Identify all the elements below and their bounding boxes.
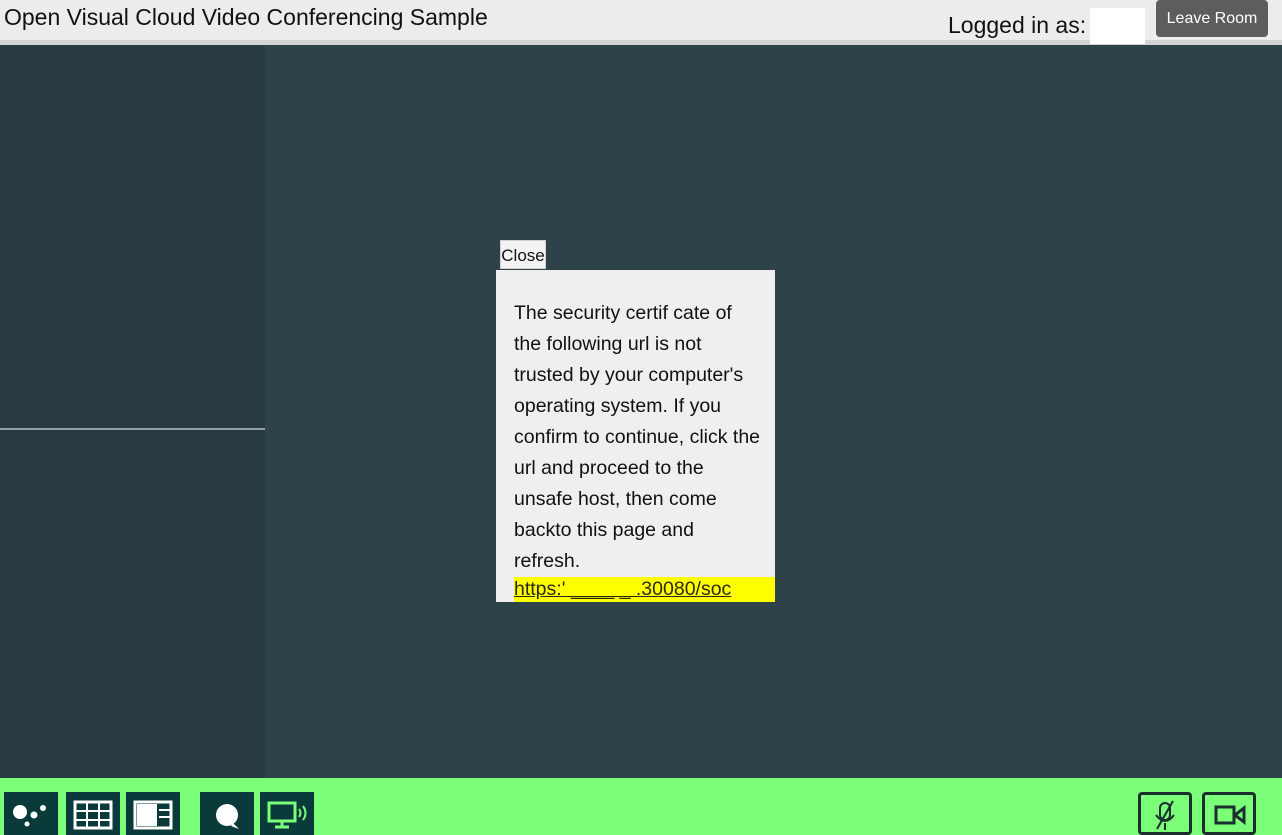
screen-share-button[interactable] [260, 792, 314, 835]
header-bar: Open Visual Cloud Video Conferencing Sam… [0, 0, 1282, 45]
split-layout-button[interactable] [126, 792, 180, 835]
participants-icon [13, 805, 46, 827]
certificate-warning-message: The security certif cate of the followin… [514, 302, 761, 572]
username-redacted [1090, 8, 1145, 44]
participants-button[interactable] [4, 792, 58, 835]
app-title: Open Visual Cloud Video Conferencing Sam… [4, 4, 488, 30]
side-video-panel [0, 45, 265, 778]
grid-layout-icon [73, 800, 113, 830]
camera-icon [1214, 804, 1246, 826]
mic-muted-icon [1155, 800, 1175, 830]
split-layout-icon [133, 800, 173, 830]
logged-in-label: Logged in as: [948, 12, 1087, 38]
dialog-close-button[interactable]: Close [500, 240, 546, 269]
unsafe-host-link[interactable]: https:' ____ _ .30080/soc [514, 577, 775, 602]
certificate-warning-dialog: The security certif cate of the followin… [496, 270, 775, 602]
camera-toggle-button[interactable] [1202, 792, 1256, 835]
chat-button[interactable] [200, 792, 254, 835]
microphone-toggle-button[interactable] [1138, 792, 1192, 835]
chat-icon [216, 804, 239, 829]
grid-layout-button[interactable] [66, 792, 120, 835]
leave-room-button[interactable]: Leave Room [1156, 0, 1268, 37]
screen-share-icon [267, 801, 307, 829]
side-panel-divider [0, 428, 265, 430]
bottom-toolbar [0, 778, 1282, 835]
